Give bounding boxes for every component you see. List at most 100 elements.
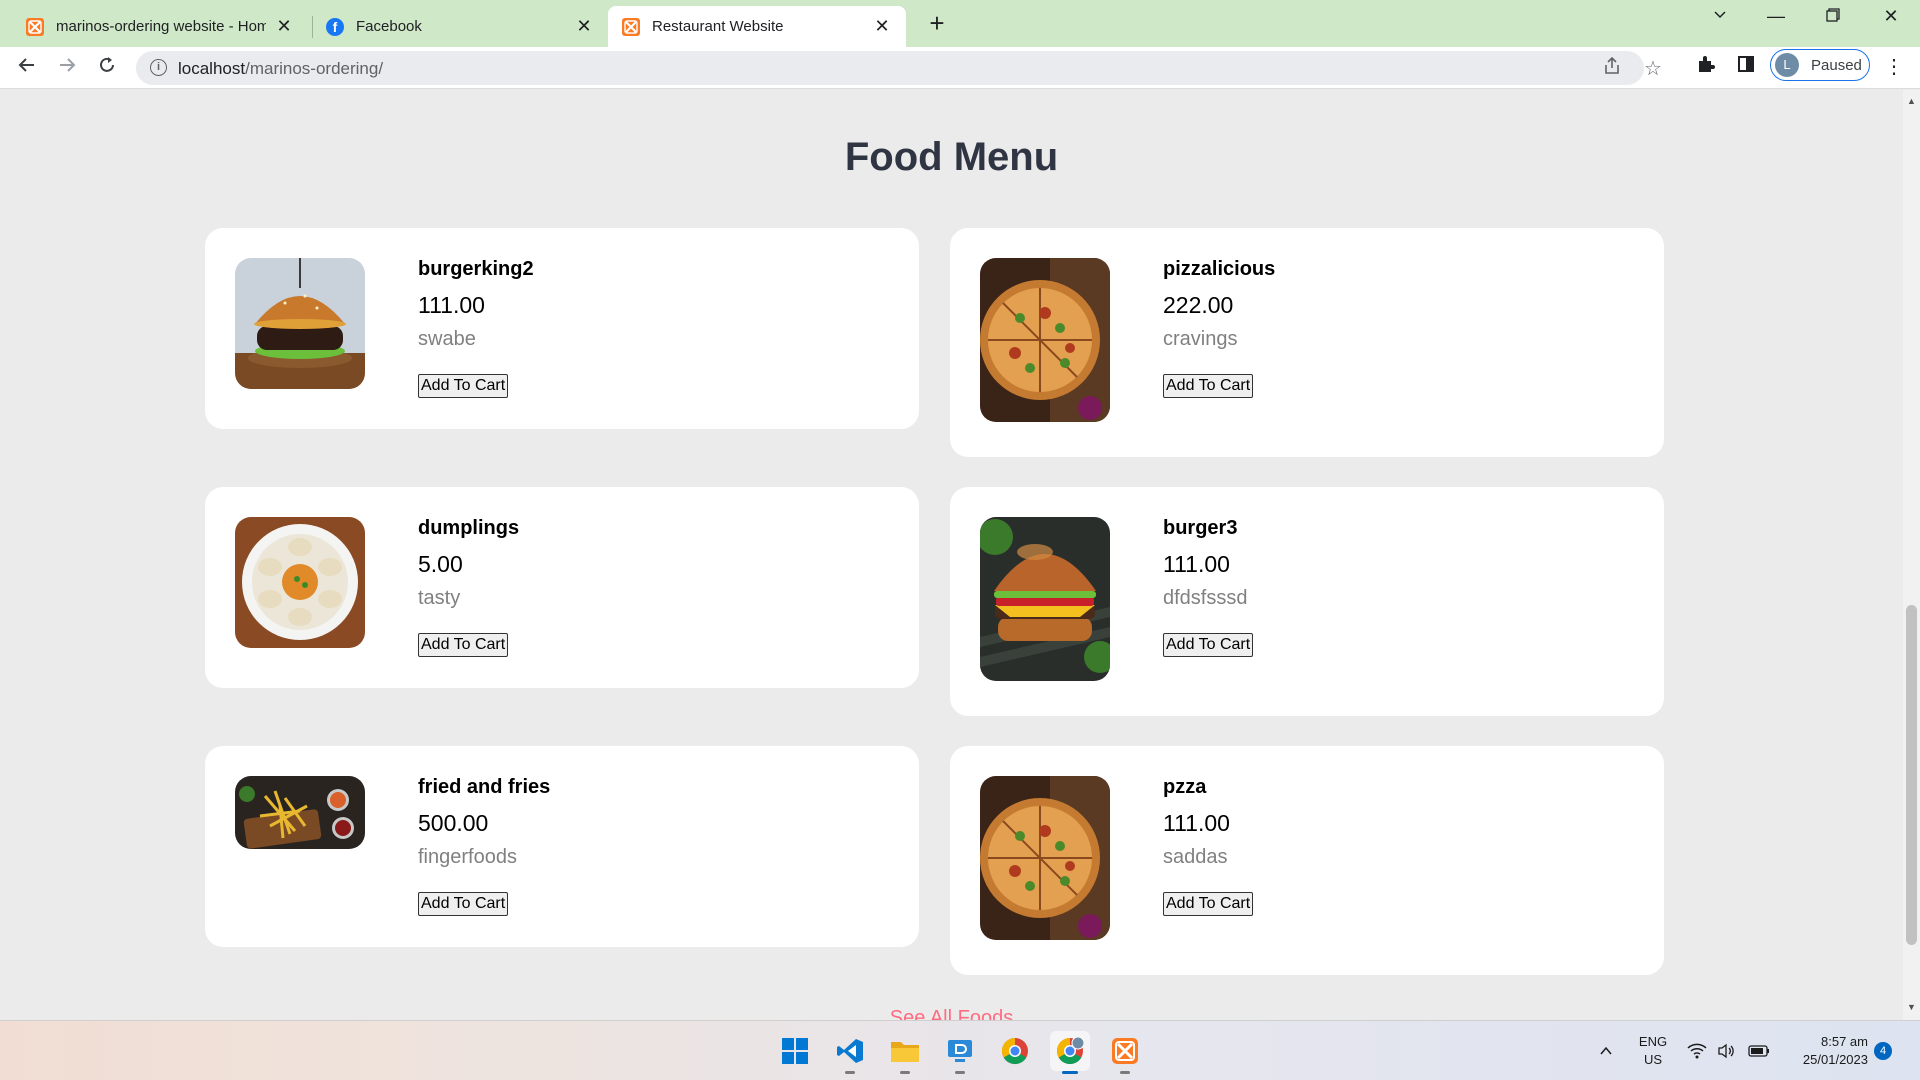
profile-button[interactable]: L Paused: [1770, 49, 1870, 81]
scroll-down-arrow-icon[interactable]: ▼: [1903, 1002, 1920, 1012]
food-price: 222.00: [1163, 292, 1234, 318]
restore-button[interactable]: [1813, 6, 1853, 27]
share-icon[interactable]: [1602, 56, 1622, 82]
side-panel-icon[interactable]: [1732, 54, 1760, 80]
reload-button[interactable]: [92, 53, 122, 83]
close-window-button[interactable]: ✕: [1871, 6, 1911, 27]
minimize-button[interactable]: ―: [1756, 6, 1796, 27]
food-name: burger3: [1163, 517, 1238, 539]
menu-kebab-icon[interactable]: ⋮: [1880, 54, 1908, 79]
food-description: swabe: [418, 328, 476, 350]
bookmark-star-icon[interactable]: ☆: [1644, 56, 1662, 81]
food-price: 111.00: [418, 292, 485, 318]
clock-date: 25/01/2023: [1802, 1052, 1868, 1067]
running-indicator: [845, 1071, 855, 1074]
add-to-cart-button[interactable]: Add To Cart: [1163, 374, 1254, 398]
add-to-cart-button[interactable]: Add To Cart: [418, 892, 509, 916]
chrome-icon[interactable]: [995, 1031, 1035, 1071]
forward-button[interactable]: [52, 53, 82, 83]
close-icon[interactable]: ✕: [274, 16, 294, 37]
food-info: burgerking2 111.00 swabe Add To Cart: [418, 258, 534, 398]
remote-desktop-icon[interactable]: [940, 1031, 980, 1074]
wifi-icon[interactable]: [1687, 1021, 1707, 1080]
food-card: pizzalicious 222.00 cravings Add To Cart: [950, 228, 1664, 457]
food-price: 111.00: [1163, 551, 1230, 577]
vscode-icon[interactable]: [830, 1031, 870, 1074]
profile-status: Paused: [1811, 56, 1862, 74]
scrollbar-thumb[interactable]: [1906, 605, 1917, 945]
file-explorer-icon[interactable]: [885, 1031, 925, 1074]
food-name: pzza: [1163, 776, 1207, 798]
pizza-icon: [980, 776, 1110, 940]
chrome-profile-icon[interactable]: [1050, 1031, 1090, 1074]
food-description: saddas: [1163, 846, 1228, 868]
language-bottom: US: [1643, 1052, 1663, 1067]
food-info: pzza 111.00 saddas Add To Cart: [1163, 776, 1254, 916]
address-bar[interactable]: i localhost/marinos-ordering/ ☆: [136, 51, 1662, 85]
burger-icon: [235, 258, 365, 389]
xampp-icon: [26, 17, 44, 36]
food-card: pzza 111.00 saddas Add To Cart: [950, 746, 1664, 975]
food-price: 500.00: [418, 810, 489, 836]
food-name: burgerking2: [418, 258, 534, 280]
pizza-icon: [980, 258, 1110, 422]
tab-marinos-ordering[interactable]: marinos-ordering website - Hom ✕: [12, 6, 308, 47]
food-description: fingerfoods: [418, 846, 517, 868]
new-tab-button[interactable]: +: [922, 8, 952, 39]
dumplings-icon: [235, 517, 365, 648]
windows-start-icon[interactable]: [775, 1031, 815, 1071]
food-info: dumplings 5.00 tasty Add To Cart: [418, 517, 519, 657]
running-indicator: [1120, 1071, 1130, 1074]
running-indicator: [955, 1071, 965, 1074]
scroll-up-arrow-icon[interactable]: ▲: [1903, 96, 1920, 106]
page-scrollbar[interactable]: ▲ ▼: [1903, 90, 1920, 1020]
language-indicator[interactable]: ENG US: [1636, 1021, 1670, 1080]
volume-icon[interactable]: [1717, 1021, 1737, 1080]
food-info: pizzalicious 222.00 cravings Add To Cart: [1163, 258, 1275, 398]
battery-icon[interactable]: [1748, 1021, 1770, 1080]
clock-time: 8:57 am: [1821, 1034, 1868, 1049]
food-card: fried and fries 500.00 fingerfoods Add T…: [205, 746, 919, 947]
fries-icon: [235, 776, 365, 849]
food-name: fried and fries: [418, 776, 551, 798]
food-price: 5.00: [418, 551, 463, 577]
add-to-cart-button[interactable]: Add To Cart: [1163, 633, 1254, 657]
clock[interactable]: 8:57 am 25/01/2023: [1788, 1021, 1868, 1080]
food-info: burger3 111.00 dfdsfsssd Add To Cart: [1163, 517, 1254, 657]
see-all-foods-link[interactable]: See All Foods: [0, 1007, 1903, 1020]
tab-search-chevron-icon[interactable]: [1700, 6, 1740, 27]
close-icon[interactable]: ✕: [872, 16, 892, 37]
close-icon[interactable]: ✕: [574, 16, 594, 37]
food-description: tasty: [418, 587, 461, 609]
extensions-icon[interactable]: [1692, 54, 1720, 80]
browser-toolbar: i localhost/marinos-ordering/ ☆ L Paused…: [0, 47, 1920, 89]
food-price: 111.00: [1163, 810, 1230, 836]
tab-label: Facebook: [356, 18, 422, 35]
avatar: L: [1775, 53, 1799, 77]
add-to-cart-button[interactable]: Add To Cart: [418, 374, 509, 398]
running-indicator: [900, 1071, 910, 1074]
tab-label: marinos-ordering website - Hom: [56, 18, 266, 35]
url-text: localhost/marinos-ordering/: [178, 59, 384, 78]
page-title: Food Menu: [844, 135, 1059, 179]
facebook-icon: f: [326, 17, 344, 36]
page-viewport: Food Menu burgerking2 111.00 swabe Add T…: [0, 90, 1903, 1020]
tab-label: Restaurant Website: [652, 18, 784, 35]
site-info-icon[interactable]: i: [150, 59, 167, 76]
food-description: dfdsfsssd: [1163, 587, 1248, 609]
back-button[interactable]: [12, 53, 42, 83]
xampp-icon[interactable]: [1105, 1031, 1145, 1074]
language-top: ENG: [1638, 1034, 1668, 1049]
add-to-cart-button[interactable]: Add To Cart: [418, 633, 509, 657]
windows-taskbar: ENG US 8:57 am 25/01/2023 4: [0, 1020, 1920, 1080]
food-card: burgerking2 111.00 swabe Add To Cart: [205, 228, 919, 429]
add-to-cart-button[interactable]: Add To Cart: [1163, 892, 1254, 916]
notification-center[interactable]: 4: [1874, 1021, 1892, 1080]
tab-facebook[interactable]: f Facebook ✕: [312, 6, 608, 47]
food-description: cravings: [1163, 328, 1238, 350]
food-name: dumplings: [418, 517, 520, 539]
tab-restaurant-website[interactable]: Restaurant Website ✕: [608, 6, 906, 47]
burger-icon: [980, 517, 1110, 681]
food-name: pizzalicious: [1163, 258, 1276, 280]
show-hidden-icons-chevron-icon[interactable]: [1598, 1021, 1614, 1080]
